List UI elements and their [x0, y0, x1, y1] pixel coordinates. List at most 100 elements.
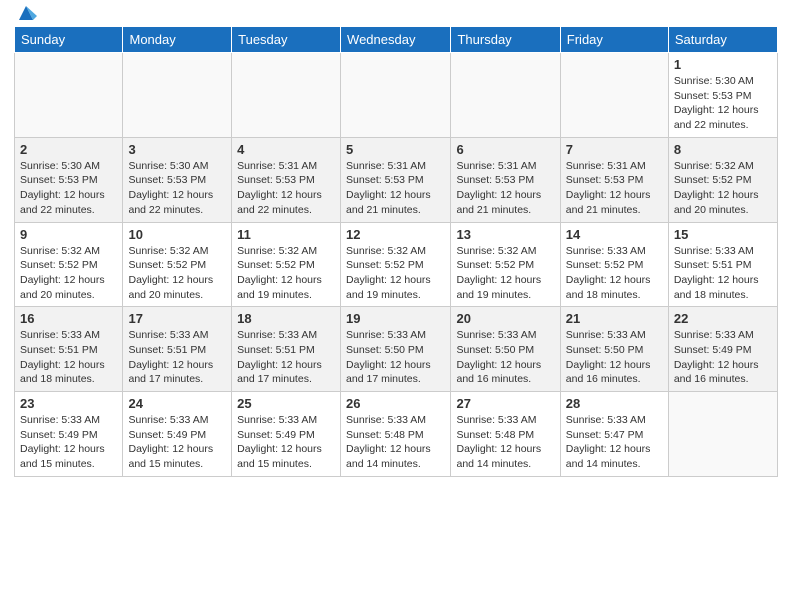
- calendar-cell: [668, 392, 777, 477]
- header: [14, 10, 778, 18]
- calendar-cell: [560, 53, 668, 138]
- calendar-cell: 2Sunrise: 5:30 AM Sunset: 5:53 PM Daylig…: [15, 137, 123, 222]
- day-number: 17: [128, 311, 226, 326]
- day-info: Sunrise: 5:33 AM Sunset: 5:51 PM Dayligh…: [128, 328, 226, 387]
- day-info: Sunrise: 5:33 AM Sunset: 5:49 PM Dayligh…: [674, 328, 772, 387]
- day-number: 26: [346, 396, 445, 411]
- day-info: Sunrise: 5:31 AM Sunset: 5:53 PM Dayligh…: [566, 159, 663, 218]
- day-number: 9: [20, 227, 117, 242]
- calendar-cell: [232, 53, 341, 138]
- day-info: Sunrise: 5:33 AM Sunset: 5:52 PM Dayligh…: [566, 244, 663, 303]
- day-number: 10: [128, 227, 226, 242]
- day-info: Sunrise: 5:33 AM Sunset: 5:51 PM Dayligh…: [237, 328, 335, 387]
- day-info: Sunrise: 5:32 AM Sunset: 5:52 PM Dayligh…: [456, 244, 554, 303]
- calendar-table: SundayMondayTuesdayWednesdayThursdayFrid…: [14, 26, 778, 477]
- calendar-header-monday: Monday: [123, 27, 232, 53]
- calendar-cell: [15, 53, 123, 138]
- day-number: 12: [346, 227, 445, 242]
- day-info: Sunrise: 5:32 AM Sunset: 5:52 PM Dayligh…: [237, 244, 335, 303]
- calendar-cell: 22 Sunrise: 5:33 AM Sunset: 5:49 PM Dayli…: [668, 307, 777, 392]
- day-number: 20: [456, 311, 554, 326]
- calendar-cell: 5Sunrise: 5:31 AM Sunset: 5:53 PM Daylig…: [341, 137, 451, 222]
- day-info: Sunrise: 5:33 AM Sunset: 5:50 PM Dayligh…: [346, 328, 445, 387]
- calendar-cell: 8 Sunrise: 5:32 AM Sunset: 5:52 PM Daylig…: [668, 137, 777, 222]
- day-info: Sunrise: 5:31 AM Sunset: 5:53 PM Dayligh…: [237, 159, 335, 218]
- calendar-header-tuesday: Tuesday: [232, 27, 341, 53]
- calendar-cell: 17 Sunrise: 5:33 AM Sunset: 5:51 PM Dayli…: [123, 307, 232, 392]
- calendar-cell: 23 Sunrise: 5:33 AM Sunset: 5:49 PM Dayli…: [15, 392, 123, 477]
- calendar-header-saturday: Saturday: [668, 27, 777, 53]
- calendar-cell: 28 Sunrise: 5:33 AM Sunset: 5:47 PM Dayli…: [560, 392, 668, 477]
- day-number: 7: [566, 142, 663, 157]
- day-info: Sunrise: 5:33 AM Sunset: 5:48 PM Dayligh…: [346, 413, 445, 472]
- day-number: 2: [20, 142, 117, 157]
- day-number: 28: [566, 396, 663, 411]
- calendar-cell: 20 Sunrise: 5:33 AM Sunset: 5:50 PM Dayli…: [451, 307, 560, 392]
- day-number: 11: [237, 227, 335, 242]
- day-number: 3: [128, 142, 226, 157]
- calendar-cell: 3 Sunrise: 5:30 AM Sunset: 5:53 PM Daylig…: [123, 137, 232, 222]
- day-number: 25: [237, 396, 335, 411]
- calendar-cell: 19 Sunrise: 5:33 AM Sunset: 5:50 PM Dayli…: [341, 307, 451, 392]
- calendar-cell: 6 Sunrise: 5:31 AM Sunset: 5:53 PM Daylig…: [451, 137, 560, 222]
- day-number: 27: [456, 396, 554, 411]
- day-number: 6: [456, 142, 554, 157]
- day-info: Sunrise: 5:32 AM Sunset: 5:52 PM Dayligh…: [346, 244, 445, 303]
- day-number: 8: [674, 142, 772, 157]
- day-number: 19: [346, 311, 445, 326]
- day-number: 23: [20, 396, 117, 411]
- day-info: Sunrise: 5:30 AM Sunset: 5:53 PM Dayligh…: [128, 159, 226, 218]
- calendar-cell: 13 Sunrise: 5:32 AM Sunset: 5:52 PM Dayli…: [451, 222, 560, 307]
- day-info: Sunrise: 5:33 AM Sunset: 5:49 PM Dayligh…: [128, 413, 226, 472]
- calendar-week-row: 16 Sunrise: 5:33 AM Sunset: 5:51 PM Dayli…: [15, 307, 778, 392]
- calendar-cell: 27 Sunrise: 5:33 AM Sunset: 5:48 PM Dayli…: [451, 392, 560, 477]
- calendar-header-friday: Friday: [560, 27, 668, 53]
- calendar-week-row: 1Sunrise: 5:30 AM Sunset: 5:53 PM Daylig…: [15, 53, 778, 138]
- day-info: Sunrise: 5:33 AM Sunset: 5:48 PM Dayligh…: [456, 413, 554, 472]
- calendar-header-thursday: Thursday: [451, 27, 560, 53]
- day-info: Sunrise: 5:32 AM Sunset: 5:52 PM Dayligh…: [20, 244, 117, 303]
- page-container: SundayMondayTuesdayWednesdayThursdayFrid…: [0, 0, 792, 487]
- calendar-cell: 26 Sunrise: 5:33 AM Sunset: 5:48 PM Dayli…: [341, 392, 451, 477]
- day-info: Sunrise: 5:31 AM Sunset: 5:53 PM Dayligh…: [456, 159, 554, 218]
- calendar-cell: 9 Sunrise: 5:32 AM Sunset: 5:52 PM Daylig…: [15, 222, 123, 307]
- calendar-cell: [123, 53, 232, 138]
- calendar-cell: 7 Sunrise: 5:31 AM Sunset: 5:53 PM Daylig…: [560, 137, 668, 222]
- calendar-cell: 25 Sunrise: 5:33 AM Sunset: 5:49 PM Dayli…: [232, 392, 341, 477]
- day-number: 21: [566, 311, 663, 326]
- day-number: 1: [674, 57, 772, 72]
- day-info: Sunrise: 5:32 AM Sunset: 5:52 PM Dayligh…: [674, 159, 772, 218]
- day-number: 24: [128, 396, 226, 411]
- logo: [14, 10, 37, 18]
- calendar-cell: 10 Sunrise: 5:32 AM Sunset: 5:52 PM Dayli…: [123, 222, 232, 307]
- calendar-header-wednesday: Wednesday: [341, 27, 451, 53]
- day-info: Sunrise: 5:33 AM Sunset: 5:50 PM Dayligh…: [456, 328, 554, 387]
- calendar-cell: [451, 53, 560, 138]
- calendar-week-row: 9 Sunrise: 5:32 AM Sunset: 5:52 PM Daylig…: [15, 222, 778, 307]
- day-info: Sunrise: 5:33 AM Sunset: 5:51 PM Dayligh…: [674, 244, 772, 303]
- day-info: Sunrise: 5:33 AM Sunset: 5:47 PM Dayligh…: [566, 413, 663, 472]
- day-info: Sunrise: 5:32 AM Sunset: 5:52 PM Dayligh…: [128, 244, 226, 303]
- calendar-cell: 12 Sunrise: 5:32 AM Sunset: 5:52 PM Dayli…: [341, 222, 451, 307]
- day-number: 16: [20, 311, 117, 326]
- day-number: 13: [456, 227, 554, 242]
- day-info: Sunrise: 5:33 AM Sunset: 5:50 PM Dayligh…: [566, 328, 663, 387]
- calendar-cell: 24 Sunrise: 5:33 AM Sunset: 5:49 PM Dayli…: [123, 392, 232, 477]
- day-number: 18: [237, 311, 335, 326]
- calendar-cell: 21 Sunrise: 5:33 AM Sunset: 5:50 PM Dayli…: [560, 307, 668, 392]
- day-info: Sunrise: 5:33 AM Sunset: 5:51 PM Dayligh…: [20, 328, 117, 387]
- logo-icon: [15, 2, 37, 24]
- day-info: Sunrise: 5:33 AM Sunset: 5:49 PM Dayligh…: [237, 413, 335, 472]
- calendar-cell: 1Sunrise: 5:30 AM Sunset: 5:53 PM Daylig…: [668, 53, 777, 138]
- calendar-header-sunday: Sunday: [15, 27, 123, 53]
- day-number: 4: [237, 142, 335, 157]
- day-number: 15: [674, 227, 772, 242]
- calendar-cell: 15 Sunrise: 5:33 AM Sunset: 5:51 PM Dayli…: [668, 222, 777, 307]
- calendar-cell: 16 Sunrise: 5:33 AM Sunset: 5:51 PM Dayli…: [15, 307, 123, 392]
- day-number: 22: [674, 311, 772, 326]
- calendar-week-row: 2 Sunrise: 5:30 AM Sunset: 5:53 PM Daylig…: [15, 137, 778, 222]
- day-info: Sunrise: 5:33 AM Sunset: 5:49 PM Dayligh…: [20, 413, 117, 472]
- calendar-cell: 18 Sunrise: 5:33 AM Sunset: 5:51 PM Dayli…: [232, 307, 341, 392]
- calendar-cell: 14Sunrise: 5:33 AM Sunset: 5:52 PM Dayli…: [560, 222, 668, 307]
- calendar-cell: 4 Sunrise: 5:31 AM Sunset: 5:53 PM Daylig…: [232, 137, 341, 222]
